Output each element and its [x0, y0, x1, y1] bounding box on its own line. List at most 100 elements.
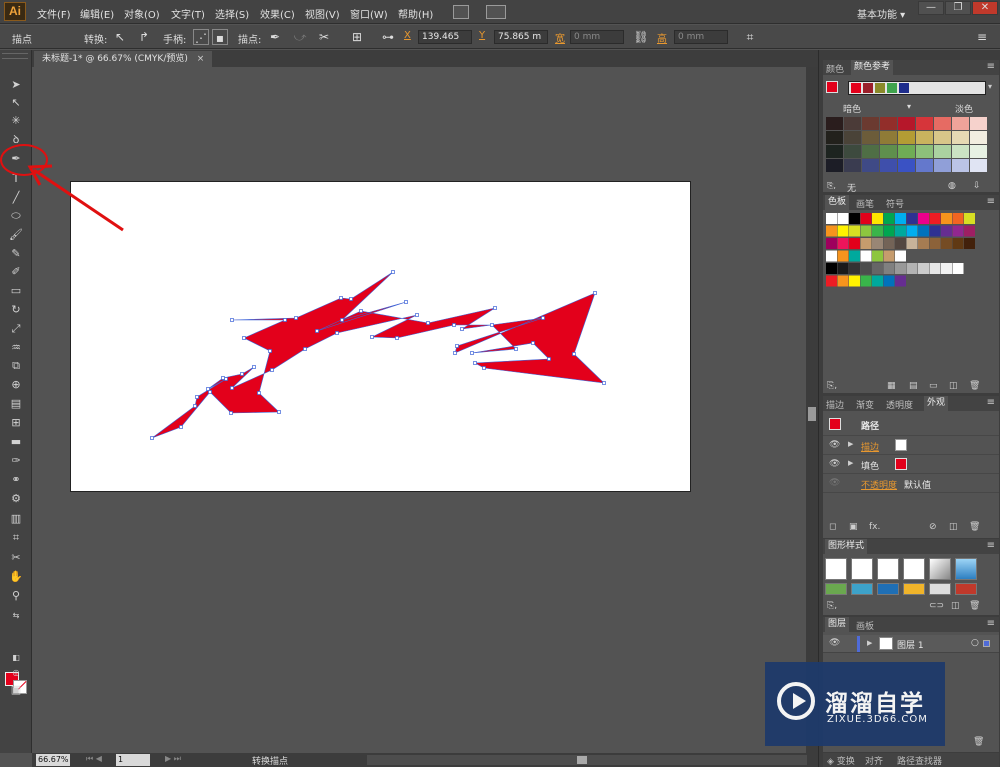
anchor-point[interactable]	[415, 313, 419, 317]
swatch[interactable]	[872, 225, 883, 237]
color-variation-cell[interactable]	[844, 117, 861, 130]
layer-name[interactable]: 图层 1	[897, 638, 924, 651]
isolate-icon[interactable]: ⌗	[742, 29, 758, 45]
color-variation-cell[interactable]	[934, 145, 951, 158]
swatch[interactable]	[826, 250, 837, 262]
hide-handles-icon[interactable]: ▪	[212, 29, 228, 45]
swatch[interactable]	[872, 275, 883, 287]
free-transform-tool-icon[interactable]: ⧉	[8, 358, 24, 374]
panel-menu-icon[interactable]: ≡	[987, 540, 995, 551]
color-variation-grid[interactable]	[823, 117, 999, 179]
style-none[interactable]	[851, 558, 873, 580]
w-field[interactable]: 0 mm	[570, 30, 624, 44]
swatch[interactable]	[941, 213, 952, 224]
anchor-point[interactable]	[482, 366, 486, 370]
swatch[interactable]	[860, 225, 872, 237]
swatch[interactable]	[860, 275, 872, 287]
anchor-point[interactable]	[541, 316, 545, 320]
eye-icon[interactable]: 👁	[829, 440, 840, 450]
swatch[interactable]	[826, 225, 837, 237]
swatch[interactable]	[837, 250, 849, 262]
add-fill-icon[interactable]: ▣	[849, 522, 858, 532]
x-field[interactable]: 139.465	[418, 30, 472, 44]
swatch[interactable]	[941, 263, 952, 274]
swatch[interactable]	[906, 263, 918, 274]
eye-icon[interactable]: 👁	[829, 638, 840, 648]
delete-style-icon[interactable]: 🗑	[969, 601, 980, 611]
swatch[interactable]	[872, 238, 883, 249]
anchor-point[interactable]	[547, 357, 551, 361]
color-variation-cell[interactable]	[916, 145, 933, 158]
menu-view[interactable]: 视图(V)	[305, 6, 340, 21]
reference-point-icon[interactable]: ⊶	[380, 29, 396, 45]
swatch[interactable]	[872, 263, 883, 274]
swatch[interactable]	[918, 213, 929, 224]
show-handles-icon[interactable]: ⋰	[193, 29, 209, 45]
anchor-point[interactable]	[455, 344, 459, 348]
scale-tool-icon[interactable]: ⤢	[8, 321, 24, 337]
anchor-point[interactable]	[206, 387, 210, 391]
red-brush-shape[interactable]	[151, 271, 605, 439]
swatch[interactable]	[941, 238, 952, 249]
color-variation-cell[interactable]	[880, 131, 897, 144]
style-shadow[interactable]	[903, 558, 925, 580]
swatch[interactable]	[895, 225, 906, 237]
swatch[interactable]	[849, 263, 860, 274]
anchor-point[interactable]	[315, 329, 319, 333]
style-teal[interactable]	[851, 583, 873, 595]
anchor-point[interactable]	[195, 395, 199, 399]
hand-tool-icon[interactable]: ✋	[8, 569, 24, 585]
anchor-point[interactable]	[452, 323, 456, 327]
edit-colors-icon[interactable]: ◍	[948, 181, 956, 191]
screen-mode-icon[interactable]: ▣	[8, 682, 24, 698]
first-artboard-icon[interactable]: ⏮ ◀	[86, 754, 102, 764]
anchor-point[interactable]	[257, 391, 261, 395]
tab-layers[interactable]: 图层	[825, 617, 850, 632]
zoom-tool-icon[interactable]: ⚲	[8, 588, 24, 604]
new-group-icon[interactable]: ▭	[929, 381, 938, 391]
swatch[interactable]	[837, 263, 849, 274]
swatch[interactable]	[826, 263, 837, 274]
pencil-tool-icon[interactable]: ✎	[8, 246, 24, 262]
swatch[interactable]	[906, 225, 918, 237]
menu-help[interactable]: 帮助(H)	[398, 6, 433, 21]
color-variation-cell[interactable]	[880, 145, 897, 158]
anchor-point[interactable]	[339, 296, 343, 300]
close-button[interactable]: ✕	[972, 1, 998, 15]
color-mode-icon[interactable]: ◧	[8, 650, 24, 666]
anchor-point[interactable]	[193, 404, 197, 408]
swatch[interactable]	[929, 263, 941, 274]
style-red[interactable]	[955, 583, 977, 595]
fill-swatch[interactable]	[895, 458, 907, 470]
close-tab-icon[interactable]: ×	[197, 54, 205, 64]
anchor-point[interactable]	[473, 361, 477, 365]
harmony-dropdown-arrow-icon[interactable]: ▾	[988, 82, 992, 91]
color-variation-cell[interactable]	[826, 131, 843, 144]
anchor-point[interactable]	[229, 411, 233, 415]
anchor-point[interactable]	[470, 351, 474, 355]
color-variation-cell[interactable]	[826, 159, 843, 172]
status-mode[interactable]: 转换描点	[252, 754, 288, 767]
eraser-tool-icon[interactable]: ▭	[8, 283, 24, 299]
anchor-point[interactable]	[602, 381, 606, 385]
duplicate-item-icon[interactable]: ◫	[949, 522, 958, 532]
style-white[interactable]	[877, 558, 899, 580]
anchor-point[interactable]	[221, 376, 225, 380]
color-variation-cell[interactable]	[952, 145, 969, 158]
tab-gradient[interactable]: 渐变	[856, 398, 874, 411]
workspace-switcher[interactable]: 基本功能 ▾	[857, 6, 905, 21]
fill-row[interactable]: 👁 ▶ 填色	[823, 455, 999, 474]
anchor-point[interactable]	[453, 351, 457, 355]
add-stroke-icon[interactable]: ◻	[829, 522, 836, 532]
rotate-tool-icon[interactable]: ↻	[8, 302, 24, 318]
anchor-point[interactable]	[514, 347, 518, 351]
style-library-icon[interactable]: ⎘,	[827, 601, 837, 611]
anchor-point[interactable]	[391, 270, 395, 274]
swatch[interactable]	[918, 225, 929, 237]
swatch[interactable]	[837, 225, 849, 237]
anchor-point[interactable]	[349, 297, 353, 301]
swatch[interactable]	[929, 213, 941, 224]
style-gold[interactable]	[903, 583, 925, 595]
swatch[interactable]	[883, 263, 895, 274]
anchor-point[interactable]	[240, 372, 244, 376]
